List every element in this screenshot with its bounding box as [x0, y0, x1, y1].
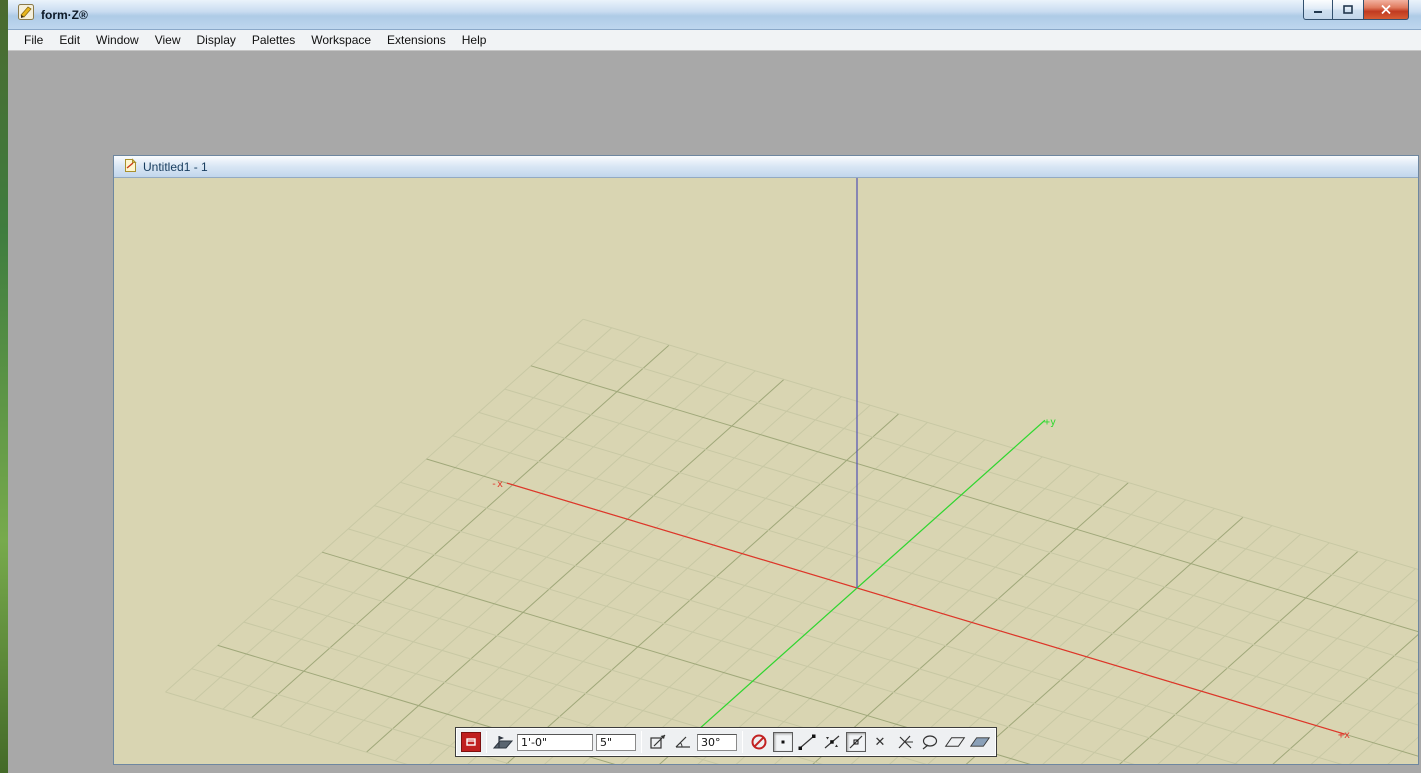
no-snap-icon[interactable] [748, 731, 770, 753]
menu-view[interactable]: View [147, 30, 189, 50]
separator [641, 731, 642, 753]
modeling-viewport[interactable]: -x +x +y [114, 178, 1418, 764]
input-palette: ✕ [455, 727, 997, 757]
minimize-button[interactable] [1303, 0, 1333, 20]
window-controls [1303, 0, 1409, 20]
menu-workspace[interactable]: Workspace [303, 30, 379, 50]
formz-app-window: form·Z® File Edit Window View Display Pa… [8, 0, 1421, 773]
snap-perpendicular-icon[interactable] [894, 731, 916, 753]
snap-to-segment-button[interactable] [846, 732, 866, 752]
angle-snap-icon[interactable] [672, 731, 694, 753]
app-titlebar[interactable]: form·Z® [8, 0, 1421, 30]
snap-to-face-icon[interactable] [944, 731, 966, 753]
menu-help[interactable]: Help [454, 30, 495, 50]
reference-plane-icon[interactable] [492, 731, 514, 753]
menu-window[interactable]: Window [88, 30, 147, 50]
snap-to-face-filled-icon[interactable] [969, 731, 991, 753]
app-title: form·Z® [41, 7, 88, 22]
maximize-icon [1343, 5, 1353, 14]
y-axis-positive-label: +y [1044, 417, 1056, 428]
document-icon [123, 157, 137, 176]
document-title: Untitled1 - 1 [143, 159, 208, 174]
snap-tangent-icon[interactable] [919, 731, 941, 753]
app-icon [18, 4, 34, 25]
separator [742, 731, 743, 753]
angle-input[interactable] [697, 733, 737, 751]
close-button[interactable] [1363, 0, 1409, 20]
maximize-button[interactable] [1333, 0, 1363, 20]
palette-handle-icon[interactable] [461, 732, 481, 752]
distance-input[interactable] [517, 733, 593, 751]
x-axis-positive-label: +x [1338, 730, 1350, 741]
snap-to-endpoint-icon[interactable] [796, 731, 818, 753]
separator [486, 731, 487, 753]
minimize-icon [1314, 10, 1322, 13]
close-icon [1381, 4, 1391, 15]
perspective-grid [165, 318, 1418, 764]
menu-palettes[interactable]: Palettes [244, 30, 303, 50]
direction-snap-icon[interactable] [647, 731, 669, 753]
menu-extensions[interactable]: Extensions [379, 30, 454, 50]
menu-file[interactable]: File [16, 30, 51, 50]
height-input[interactable] [596, 733, 636, 751]
menubar: File Edit Window View Display Palettes W… [8, 30, 1421, 51]
snap-to-intersection-icon[interactable]: ✕ [869, 731, 891, 753]
snap-to-midpoint-icon[interactable] [821, 731, 843, 753]
snap-to-point-button[interactable] [773, 732, 793, 752]
menu-display[interactable]: Display [189, 30, 244, 50]
document-titlebar[interactable]: Untitled1 - 1 [114, 156, 1418, 178]
x-axis-negative-label: -x [491, 479, 503, 490]
document-window: Untitled1 - 1 -x +x +y [113, 155, 1419, 765]
menu-edit[interactable]: Edit [51, 30, 88, 50]
app-client-area: Untitled1 - 1 -x +x +y 1'-0" 5" 30° ✕ [8, 51, 1421, 773]
